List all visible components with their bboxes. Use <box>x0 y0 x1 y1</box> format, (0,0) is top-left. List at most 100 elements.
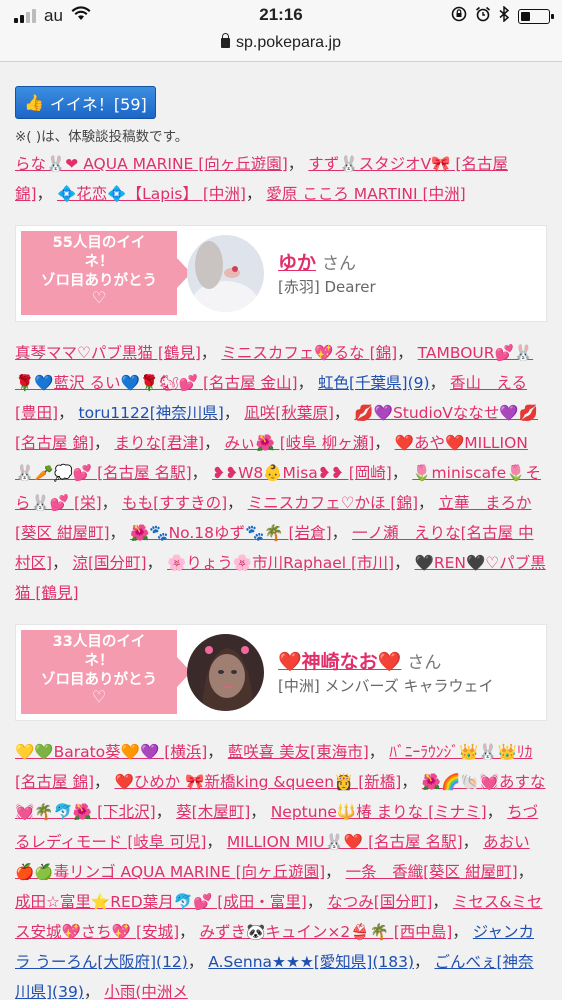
separator: ， <box>333 404 355 422</box>
separator: ， <box>250 803 271 821</box>
liker-link[interactable]: みずき🐼キュイン×2👙🌴 [西中島] <box>200 923 453 941</box>
banner-line: 33人目のイイ <box>52 634 146 650</box>
separator: ， <box>397 344 418 362</box>
heart-icon: ♡ <box>91 687 107 706</box>
separator: ， <box>179 923 200 941</box>
thumbs-up-icon: 👍 <box>24 93 44 112</box>
separator: ， <box>223 404 245 422</box>
battery-fill <box>521 12 531 21</box>
liker-link[interactable]: ミニスカフェ♡かほ [錦] <box>248 494 418 512</box>
url-domain: sp.pokepara.jp <box>236 34 341 51</box>
separator: ， <box>109 524 130 542</box>
liker-link[interactable]: 一条 香織[葵区 紺屋町] <box>346 863 518 881</box>
liker-link[interactable]: 成田☆富里⭐RED葉月🐬💕 [成田・富里] <box>15 893 307 911</box>
liker-link[interactable]: 💛💚Barato葵🧡💜 [横浜] <box>15 743 207 761</box>
separator: ， <box>306 893 328 911</box>
separator: ， <box>368 743 390 761</box>
separator: ， <box>58 404 79 422</box>
avatar[interactable] <box>187 235 264 312</box>
separator: ， <box>517 863 534 881</box>
liker-link[interactable]: MILLION MIU🐰❤️ [名古屋 名駅] <box>227 833 463 851</box>
liker-link[interactable]: 真琴ママ♡パブ黒猫 [鶴見] <box>15 344 201 362</box>
like-button-label: イイネ！[59] <box>49 94 147 114</box>
honorific: さん <box>322 254 357 274</box>
separator: ， <box>146 554 168 572</box>
girl-name-line: ❤️神崎なお❤️ さん <box>278 647 441 674</box>
shop-label: [赤羽] Dearer <box>278 278 376 296</box>
shop-label: [中洲] メンバーズ キャラウェイ <box>278 677 494 695</box>
honorific: さん <box>407 653 442 673</box>
liker-link[interactable]: 🌸りょう🌸市川Raphael [市川] <box>167 554 394 572</box>
girl-name-link[interactable]: ❤️神崎なお❤️ <box>278 651 401 673</box>
like-card-2[interactable]: 33人目のイイ ネ！ ゾロ目ありがとう ♡ ❤️神崎なお❤️ さん [中洲] メン… <box>15 624 547 721</box>
separator: ， <box>331 524 353 542</box>
separator: ， <box>486 803 508 821</box>
separator: ， <box>287 155 309 173</box>
liker-link[interactable]: 🌺🐾No.18ゆず🐾🌴 [岩倉] <box>130 524 332 542</box>
avatar[interactable] <box>187 634 264 711</box>
banner-line: 55人目のイイ <box>52 235 146 251</box>
separator: ， <box>155 803 177 821</box>
separator: ， <box>245 185 267 203</box>
separator: ， <box>432 893 453 911</box>
liker-link[interactable]: まりな[君津] <box>114 434 204 452</box>
girl-name-link[interactable]: ゆか <box>278 252 316 274</box>
likers-list-2: 真琴ママ♡パブ黒猫 [鶴見]， ミニスカフェ💖るな [錦]， TAMBOUR💕🐰… <box>15 338 547 608</box>
separator: ， <box>401 773 422 791</box>
status-right <box>451 5 554 27</box>
separator: ， <box>94 773 115 791</box>
separator: ， <box>52 554 73 572</box>
separator: ， <box>101 494 123 512</box>
liker-link[interactable]: 藍咲喜 美友[東海市] <box>228 743 369 761</box>
separator: ， <box>94 434 115 452</box>
like-button[interactable]: 👍 イイネ！[59] <box>15 86 156 119</box>
post-count-note: ※( )は、体験談投稿数です。 <box>15 129 189 145</box>
liker-link[interactable]: A.Senna★★★[愛知県](183) <box>208 953 414 971</box>
liker-link[interactable]: みぃ🌺 [岐阜 柳ヶ瀬] <box>225 434 375 452</box>
like-card-1[interactable]: 55人目のイイ ネ！ ゾロ目ありがとう ♡ ゆか さん [赤羽] Dearer <box>15 225 547 322</box>
liker-link[interactable]: toru1122[神奈川県] <box>79 404 224 422</box>
liker-link[interactable]: ミニスカフェ💖るな [錦] <box>221 344 397 362</box>
separator: ， <box>418 494 439 512</box>
separator: ， <box>187 953 209 971</box>
main-content: 👍 イイネ！[59] ※( )は、体験談投稿数です。 らな🐰❤ AQUA MAR… <box>0 62 562 1000</box>
separator: ， <box>206 833 227 851</box>
separator: ， <box>36 185 57 203</box>
rotation-lock-icon <box>451 6 467 27</box>
separator: ， <box>207 743 228 761</box>
heart-icon: ♡ <box>91 288 107 307</box>
liker-link[interactable]: ❥❥W8👶Misa❥❥ [岡崎] <box>212 464 392 482</box>
status-bar: au 21:16 <box>0 0 562 30</box>
liker-link[interactable]: らな🐰❤ AQUA MARINE [向ヶ丘遊園] <box>15 155 288 173</box>
liker-link[interactable]: なつみ[国分町] <box>327 893 432 911</box>
separator: ， <box>83 983 105 1000</box>
liker-link[interactable]: 凪咲[秋葉原] <box>244 404 334 422</box>
like-banner: 33人目のイイ ネ！ ゾロ目ありがとう ♡ <box>21 630 191 714</box>
liker-link[interactable]: もも[すすきの] <box>122 494 227 512</box>
separator: ， <box>191 464 213 482</box>
alarm-icon <box>475 6 491 27</box>
bluetooth-icon <box>499 5 510 27</box>
liker-link[interactable]: 葵[木屋町] <box>176 803 250 821</box>
liker-link[interactable]: 涼[国分町] <box>73 554 147 572</box>
separator: ， <box>394 554 415 572</box>
separator: ， <box>227 494 248 512</box>
banner-line: ネ！ <box>84 254 114 270</box>
battery-icon <box>518 9 554 24</box>
separator: ， <box>200 344 222 362</box>
separator: ， <box>452 923 473 941</box>
liker-link[interactable]: Neptune🔱椿 まりな [ミナミ] <box>271 803 487 821</box>
url-bar[interactable]: sp.pokepara.jp <box>0 30 562 62</box>
separator: ， <box>414 953 435 971</box>
separator: ， <box>462 833 484 851</box>
liker-link[interactable]: ❤️ひめか 🎀新橋king &queen👸 [新橋] <box>114 773 401 791</box>
liker-link[interactable]: 小雨(中洲メ <box>104 983 188 1000</box>
lock-icon <box>221 33 231 48</box>
likers-list-1: らな🐰❤ AQUA MARINE [向ヶ丘遊園]， すず🐰スタジオV🎀 [名古屋… <box>15 149 547 209</box>
liker-link[interactable]: 💠花恋💠【Lapis】 [中洲] <box>57 185 246 203</box>
liker-link[interactable]: 虹色[千葉県](9) <box>318 374 430 392</box>
separator: ， <box>204 434 225 452</box>
banner-line: ネ！ <box>84 653 114 669</box>
like-banner: 55人目のイイ ネ！ ゾロ目ありがとう ♡ <box>21 231 191 315</box>
liker-link[interactable]: 愛原 こころ MARTINI [中洲] <box>266 185 465 203</box>
